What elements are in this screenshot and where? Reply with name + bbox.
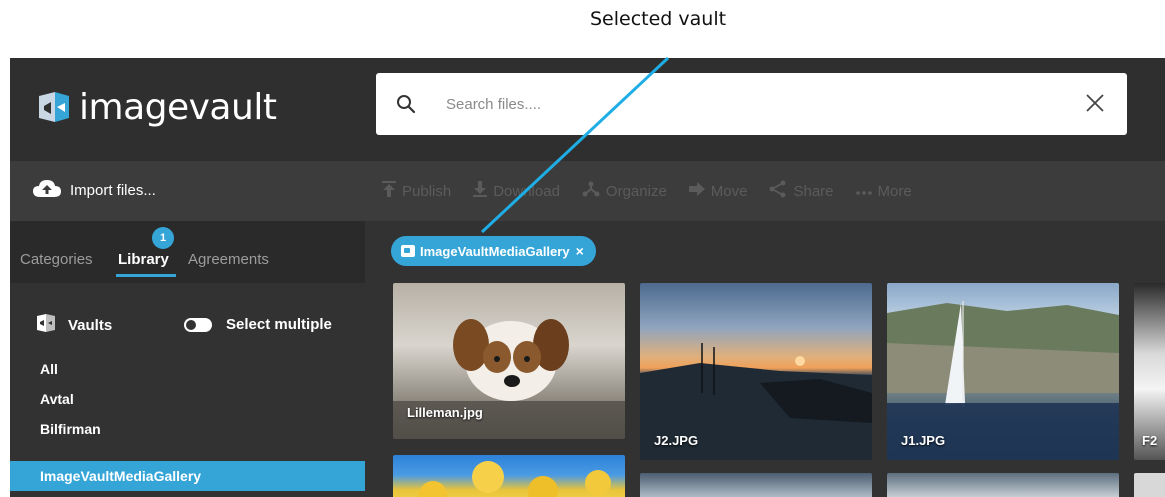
toggle-switch[interactable] — [184, 317, 212, 332]
vaults-label: Vaults — [68, 316, 113, 334]
import-files-label: Import files... — [70, 181, 156, 199]
share-button[interactable]: Share — [769, 180, 834, 202]
move-label: Move — [710, 182, 748, 200]
thumbnail-j1[interactable]: J1.JPG — [887, 283, 1119, 460]
publish-label: Publish — [402, 182, 452, 200]
organize-icon — [582, 181, 606, 201]
tab-library[interactable]: Library — [118, 251, 169, 268]
thumbnail-lilleman[interactable]: Lilleman.jpg — [393, 283, 625, 439]
left-panel: Categories Library 1 Agreements Vaults S… — [10, 221, 365, 497]
vault-icon — [36, 313, 68, 337]
action-row: Import files... Publish Download Organiz… — [10, 161, 1165, 221]
thumbnail-flowers[interactable] — [393, 455, 625, 497]
move-button[interactable]: Move — [688, 182, 748, 200]
vault-chip-icon — [401, 245, 415, 257]
vault-item-all[interactable]: All — [10, 354, 365, 384]
chip-close-icon[interactable]: × — [576, 243, 584, 259]
organize-label: Organize — [605, 182, 667, 200]
logo[interactable]: imagevault — [35, 82, 277, 132]
imagevault-app: imagevault Search files.... Import files… — [10, 58, 1165, 497]
organize-button[interactable]: Organize — [582, 181, 667, 201]
download-button[interactable]: Download — [473, 181, 560, 201]
thumbnail-caption: F2 — [1142, 433, 1158, 448]
search-input[interactable] — [446, 91, 1046, 117]
flowers-photo — [419, 461, 611, 497]
gallery-content: ImageVaultMediaGallery × Lilleman.jpg J2… — [365, 221, 1165, 497]
close-icon[interactable] — [1085, 93, 1105, 118]
select-multiple-label: Select multiple — [226, 316, 332, 333]
thumbnail-j2[interactable]: J2.JPG — [640, 283, 872, 460]
filter-chip-label: ImageVaultMediaGallery — [420, 243, 570, 259]
move-icon — [688, 182, 711, 200]
tab-categories[interactable]: Categories — [20, 251, 93, 268]
filter-chip[interactable]: ImageVaultMediaGallery × — [391, 236, 596, 266]
more-button[interactable]: More — [855, 182, 912, 200]
cloud-upload-icon — [32, 178, 70, 202]
callout-label: Selected vault — [590, 8, 727, 30]
download-icon — [473, 181, 493, 201]
active-tab-indicator — [116, 274, 176, 277]
library-count-badge: 1 — [152, 227, 174, 249]
vaults-heading: Vaults — [36, 313, 112, 337]
share-icon — [769, 180, 793, 202]
logo-text: imagevault — [79, 86, 277, 128]
select-multiple-toggle[interactable]: Select multiple — [184, 316, 332, 333]
more-icon — [855, 183, 878, 200]
thumbnail-row2-3[interactable] — [887, 473, 1119, 497]
toolbar: Publish Download Organize Move Share Mor… — [382, 161, 934, 221]
more-label: More — [877, 182, 912, 200]
vault-item-imagevaultmediagallery[interactable]: ImageVaultMediaGallery — [10, 461, 365, 491]
vault-item-bilfirman[interactable]: Bilfirman — [10, 414, 365, 444]
publish-icon — [382, 181, 402, 201]
thumbnail-f2[interactable]: F2 — [1134, 283, 1165, 460]
thumbnail-row2-4[interactable] — [1134, 473, 1165, 497]
download-label: Download — [493, 182, 560, 200]
thumbnail-caption: J1.JPG — [901, 433, 946, 448]
thumbnail-caption: Lilleman.jpg — [407, 405, 483, 420]
import-files-button[interactable]: Import files... — [32, 178, 156, 202]
panel-tabs: Categories Library 1 Agreements — [10, 221, 365, 283]
search-box[interactable] — [376, 73, 1127, 135]
thumbnail-caption: J2.JPG — [654, 433, 699, 448]
publish-button[interactable]: Publish — [382, 181, 451, 201]
thumbnail-row2-2[interactable] — [640, 473, 872, 497]
top-bar: imagevault — [10, 58, 1165, 161]
search-icon — [396, 94, 416, 119]
vault-item-avtal[interactable]: Avtal — [10, 384, 365, 414]
share-label: Share — [793, 182, 834, 200]
imagevault-logo-icon — [35, 88, 73, 126]
tab-agreements[interactable]: Agreements — [188, 251, 269, 268]
